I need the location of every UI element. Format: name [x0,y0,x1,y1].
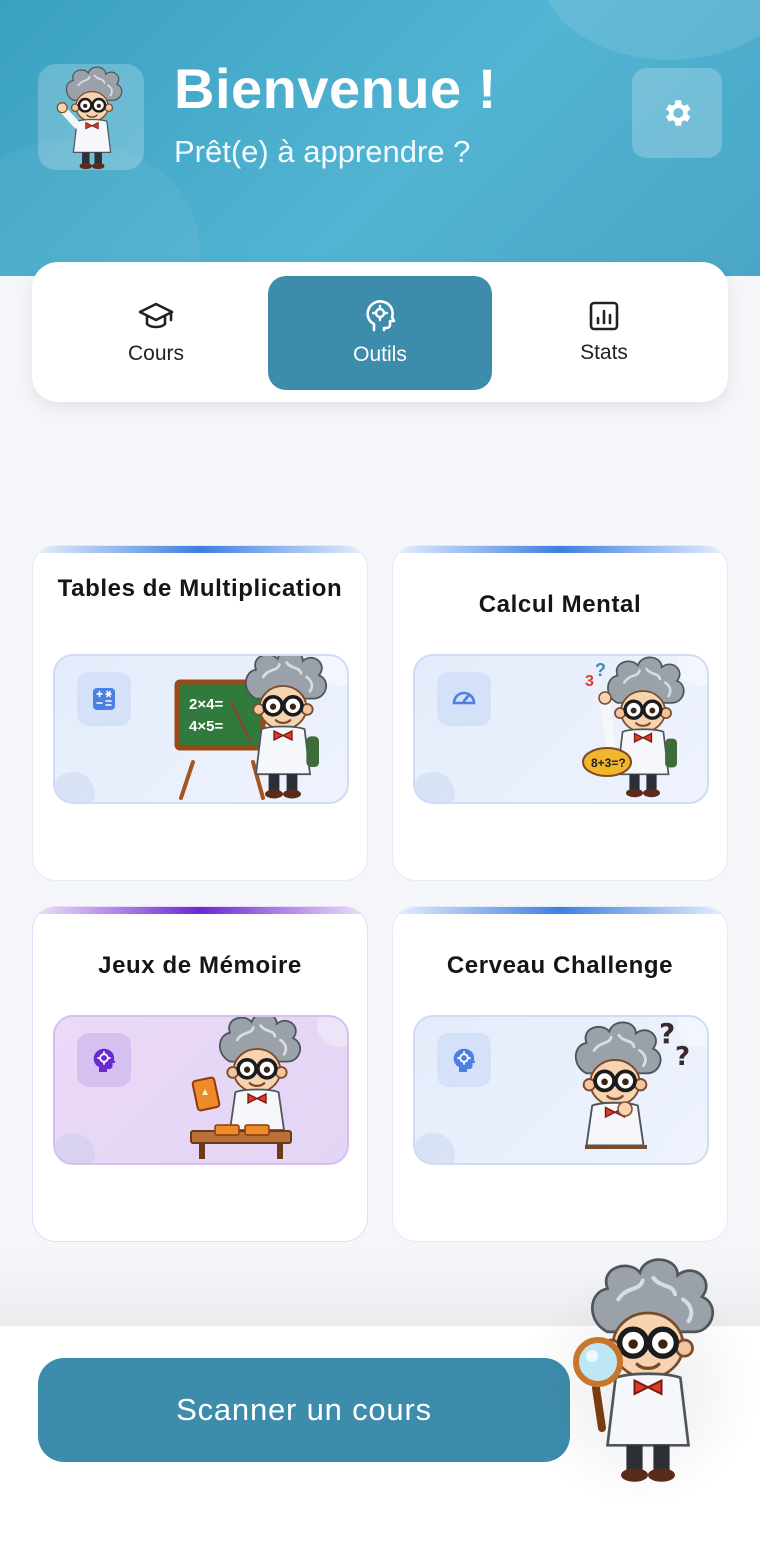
professor-cards-icon [190,1017,302,1159]
card-illustration [53,1015,349,1165]
professor-waving-icon [56,65,123,170]
card-accent-bar [393,907,727,914]
card-accent-bar [33,546,367,553]
tab-bar: Cours Outils Stats [32,262,728,402]
card-title: Tables de Multiplication [57,575,343,602]
card-jeux-memoire[interactable]: Jeux de Mémoire [32,906,368,1242]
svg-text:3: 3 [585,673,594,690]
card-illustration: 2×4= 4×5= [53,654,349,804]
header-decoration [540,0,760,60]
card-cerveau-challenge[interactable]: Cerveau Challenge ? ? [392,906,728,1242]
brain-gear-icon [93,1048,116,1072]
card-accent-bar [33,907,367,914]
card-title: Calcul Mental [478,591,642,618]
professor-blackboard-icon: 2×4= 4×5= [174,656,328,800]
gear-icon [666,100,691,126]
professor-thinking-math-icon: 3 ? 8+3=? [582,656,686,799]
card-illustration: 3 ? 8+3=? [413,654,709,804]
tab-label: Outils [353,343,407,366]
professor-magnifier-icon [573,1258,750,1484]
card-icon-box [437,672,491,726]
card-tables-multiplication[interactable]: Tables de Multiplication 2×4= 4×5= [32,545,368,881]
professor-puzzled-icon: ? ? [573,1017,690,1149]
avatar [38,64,144,170]
card-title: Jeux de Mémoire [98,952,302,979]
bar-chart-icon [589,301,619,331]
tab-outils[interactable]: Outils [268,276,492,390]
tab-label: Stats [580,341,628,364]
page-title: Bienvenue ! [174,57,497,120]
card-illustration: ? ? [413,1015,709,1165]
scan-course-label: Scanner un cours [176,1392,432,1427]
card-title: Cerveau Challenge [446,952,674,979]
svg-text:?: ? [659,1017,675,1050]
svg-text:?: ? [675,1042,690,1072]
decoration [55,1133,95,1163]
tab-stats[interactable]: Stats [492,276,716,390]
card-calcul-mental[interactable]: Calcul Mental 3 ? 8+3=? [392,545,728,881]
math-bubble-text: 8+3=? [591,756,626,770]
decoration [415,772,455,802]
card-accent-bar [393,546,727,553]
graduation-cap-icon [138,302,174,329]
card-icon-box [77,672,131,726]
head-gear-icon [366,300,396,332]
card-icon-box [77,1033,131,1087]
board-line-1: 2×4= [189,696,223,713]
tab-label: Cours [127,342,185,365]
board-line-2: 4×5= [189,718,223,735]
card-icon-box [437,1033,491,1087]
scan-course-button[interactable]: Scanner un cours [38,1358,570,1462]
header: Bienvenue ! Prêt(e) à apprendre ? [0,0,760,276]
settings-button[interactable] [632,68,722,158]
brain-gear-icon [453,1048,476,1072]
decoration [55,772,95,802]
decoration [415,1133,455,1163]
speedometer-icon [452,691,476,705]
page-subtitle: Prêt(e) à apprendre ? [174,134,471,169]
tab-cours[interactable]: Cours [44,276,268,390]
calculator-icon [93,688,115,710]
mascot [520,1258,760,1508]
svg-text:?: ? [595,660,606,680]
